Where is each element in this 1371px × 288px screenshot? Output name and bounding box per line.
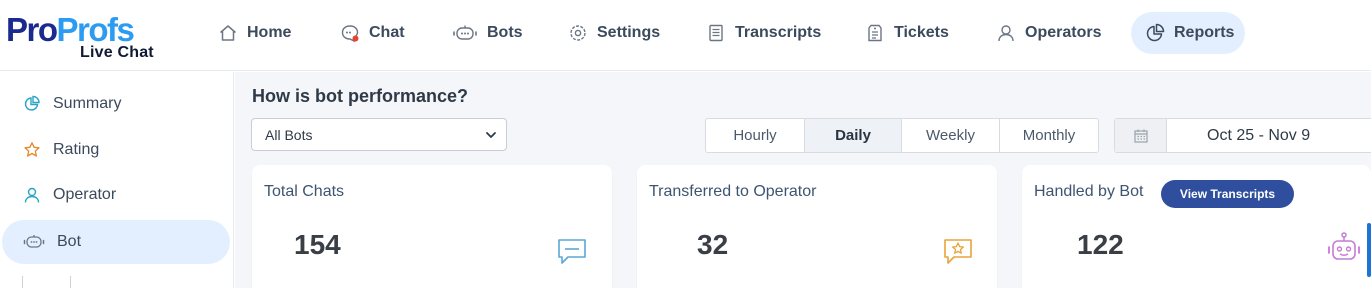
nav-settings[interactable]: Settings bbox=[568, 12, 660, 54]
divider bbox=[70, 276, 71, 288]
sidebar-item-label: Rating bbox=[53, 141, 100, 158]
sidebar-item-label: Operator bbox=[53, 186, 117, 203]
logo-wordmark: ProProfs bbox=[6, 11, 135, 48]
total-chats-card: Total Chats 154 bbox=[252, 165, 612, 288]
granularity-weekly[interactable]: Weekly bbox=[902, 119, 1000, 152]
page-title: How is bot performance? bbox=[252, 86, 469, 106]
card-value: 154 bbox=[294, 229, 341, 260]
calendar-icon bbox=[1115, 119, 1167, 152]
nav-transcripts[interactable]: Transcripts bbox=[706, 12, 821, 54]
card-title: Handled by Bot bbox=[1034, 183, 1144, 200]
nav-chat[interactable]: Chat bbox=[340, 12, 405, 54]
star-icon bbox=[23, 141, 41, 159]
bot-filter-select[interactable]: All Bots bbox=[251, 118, 507, 151]
reports-sidebar: Summary Rating Operator Bot bbox=[0, 72, 234, 288]
granularity-daily[interactable]: Daily bbox=[805, 119, 902, 152]
divider bbox=[22, 276, 23, 288]
granularity-hourly[interactable]: Hourly bbox=[706, 119, 805, 152]
nav-bots[interactable]: Bots bbox=[452, 12, 523, 54]
sidebar-item-label: Bot bbox=[57, 233, 82, 250]
sidebar-item-summary[interactable]: Summary bbox=[2, 82, 230, 126]
nav-home[interactable]: Home bbox=[218, 12, 291, 54]
card-value: 122 bbox=[1077, 229, 1124, 260]
handled-by-bot-card: Handled by Bot View Transcripts 122 bbox=[1022, 165, 1371, 288]
nav-tickets[interactable]: Tickets bbox=[865, 12, 949, 54]
document-icon bbox=[706, 23, 726, 43]
sidebar-item-bot[interactable]: Bot bbox=[2, 220, 230, 264]
proprofs-logo[interactable]: ProProfs Live Chat bbox=[6, 12, 166, 64]
nav-reports-label: Reports bbox=[1174, 24, 1235, 41]
card-title: Total Chats bbox=[264, 183, 345, 200]
bot-icon bbox=[23, 233, 45, 251]
chevron-down-icon bbox=[486, 132, 496, 138]
nav-transcripts-label: Transcripts bbox=[735, 24, 822, 41]
top-navbar: ProProfs Live Chat Home Chat Bots Settin… bbox=[0, 0, 1371, 71]
nav-bots-label: Bots bbox=[487, 24, 523, 41]
sidebar-item-operator[interactable]: Operator bbox=[2, 173, 230, 217]
user-icon bbox=[996, 23, 1016, 43]
nav-settings-label: Settings bbox=[597, 24, 661, 41]
pie-chart-icon bbox=[23, 95, 41, 113]
message-icon bbox=[558, 239, 586, 264]
nav-chat-label: Chat bbox=[369, 24, 405, 41]
granularity-monthly[interactable]: Monthly bbox=[1000, 119, 1098, 152]
star-message-icon bbox=[944, 239, 972, 264]
scrollbar-thumb[interactable] bbox=[1367, 223, 1371, 277]
nav-operators-label: Operators bbox=[1025, 24, 1102, 41]
gear-icon bbox=[568, 23, 588, 43]
card-title: Transferred to Operator bbox=[649, 183, 817, 200]
sidebar-item-rating[interactable]: Rating bbox=[2, 128, 230, 172]
bot-icon bbox=[452, 23, 478, 43]
nav-reports[interactable]: Reports bbox=[1131, 12, 1245, 54]
date-range-picker[interactable]: Oct 25 - Nov 9 bbox=[1114, 118, 1371, 153]
report-main-area: How is bot performance? All Bots Hourly … bbox=[235, 72, 1371, 288]
view-transcripts-button[interactable]: View Transcripts bbox=[1161, 180, 1294, 208]
logo-subtitle: Live Chat bbox=[80, 44, 154, 61]
card-value: 32 bbox=[697, 229, 729, 260]
chat-icon bbox=[340, 23, 360, 43]
date-range-value: Oct 25 - Nov 9 bbox=[1207, 126, 1311, 144]
nav-operators[interactable]: Operators bbox=[996, 12, 1101, 54]
home-icon bbox=[218, 23, 238, 43]
pie-chart-icon bbox=[1145, 23, 1165, 43]
granularity-toggle: Hourly Daily Weekly Monthly bbox=[705, 118, 1099, 153]
sidebar-item-label: Summary bbox=[53, 95, 122, 112]
robot-icon bbox=[1328, 232, 1360, 260]
nav-home-label: Home bbox=[247, 24, 292, 41]
bot-filter-value: All Bots bbox=[265, 126, 313, 143]
transferred-card: Transferred to Operator 32 bbox=[637, 165, 997, 288]
user-icon bbox=[23, 186, 41, 204]
ticket-icon bbox=[865, 23, 885, 43]
nav-tickets-label: Tickets bbox=[894, 24, 949, 41]
